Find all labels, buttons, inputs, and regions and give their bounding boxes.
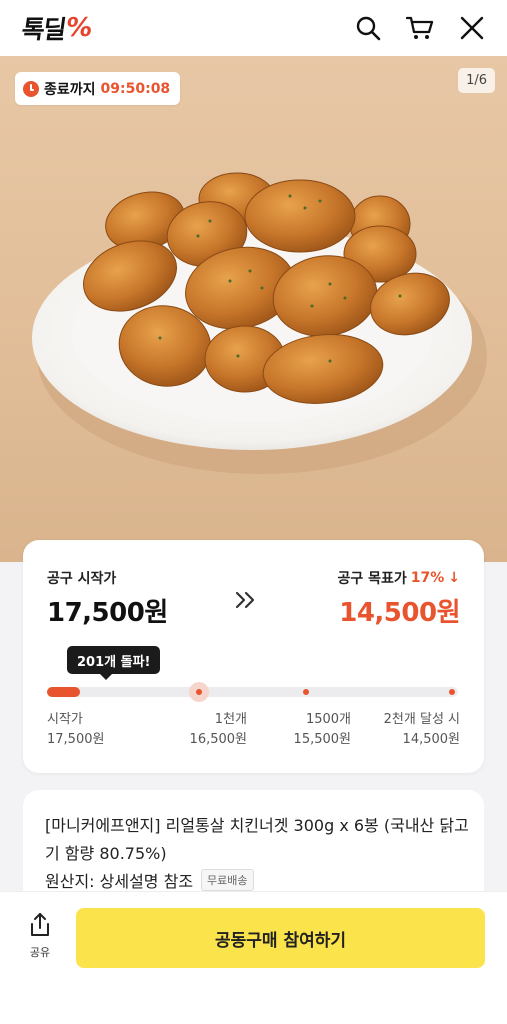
clock-icon xyxy=(23,80,39,97)
tier-2000: 2천개 달성 시 14,500원 xyxy=(384,710,460,750)
double-chevron-right-icon xyxy=(235,591,255,609)
target-price-header: 공구 목표가 17% ↓ xyxy=(337,568,460,588)
product-image[interactable]: 종료까지 09:50:08 1/6 xyxy=(0,56,507,562)
timer-value: 09:50:08 xyxy=(100,80,171,97)
origin-row: 원산지: 상세설명 참조 무료배송 xyxy=(45,868,254,892)
cart-icon[interactable] xyxy=(403,11,437,45)
timer-label: 종료까지 xyxy=(44,81,96,98)
tier-1500: 1500개 15,500원 xyxy=(271,710,351,750)
tier-label: 1500개 xyxy=(305,712,351,727)
deal-timer: 종료까지 09:50:08 xyxy=(15,72,181,105)
image-counter: 1/6 xyxy=(458,68,495,93)
logo-text: 톡딜 xyxy=(19,15,67,44)
milestone-1500 xyxy=(303,689,309,695)
logo-mark: % xyxy=(63,13,95,43)
origin-text: 원산지: 상세설명 참조 xyxy=(45,872,194,891)
tier-1000: 1천개 16,500원 xyxy=(167,710,247,750)
down-arrow-icon: ↓ xyxy=(448,570,460,586)
top-header: 톡딜 % xyxy=(0,0,507,56)
tier-label: 2천개 달성 시 xyxy=(383,712,460,727)
tier-label: 시작가 xyxy=(47,712,83,727)
close-icon[interactable] xyxy=(455,11,489,45)
free-shipping-badge: 무료배송 xyxy=(201,869,254,891)
milestone-1000 xyxy=(189,682,209,702)
tier-price: 14,500원 xyxy=(402,732,460,747)
nuggets-plate-illustration xyxy=(32,172,487,474)
bottom-action-bar: 공유 공동구매 참여하기 xyxy=(0,891,507,1024)
start-price: 17,500원 xyxy=(47,598,168,628)
join-group-buy-button[interactable]: 공동구매 참여하기 xyxy=(76,908,485,968)
discount-percent: 17% xyxy=(410,570,445,586)
share-button[interactable]: 공유 xyxy=(22,912,58,960)
progress-tooltip: 201개 돌파! xyxy=(67,646,161,680)
milestone-2000 xyxy=(449,689,455,695)
target-price-label: 공구 목표가 xyxy=(337,571,407,587)
tier-price: 17,500원 xyxy=(47,732,105,747)
header-actions xyxy=(351,11,489,45)
tier-price: 15,500원 xyxy=(293,732,351,747)
tier-label: 1천개 xyxy=(214,712,247,727)
tier-price: 16,500원 xyxy=(189,732,247,747)
group-price-card: 공구 시작가 17,500원 공구 목표가 17% ↓ 14,500원 201개… xyxy=(23,540,484,773)
search-icon[interactable] xyxy=(351,11,385,45)
start-price-label: 공구 시작가 xyxy=(47,571,117,587)
product-page: 톡딜 % 종료까지 09:50:08 1/6 공구 시작가 17,500원 공구… xyxy=(0,0,507,1024)
target-price: 14,500원 xyxy=(339,598,460,628)
product-title: [마니커에프앤지] 리얼통살 치킨너겟 300g x 6봉 (국내산 닭고기 함… xyxy=(45,816,469,863)
tier-start: 시작가 17,500원 xyxy=(47,710,104,750)
share-label: 공유 xyxy=(29,946,51,959)
share-icon xyxy=(31,913,49,936)
progress-track xyxy=(47,687,458,697)
logo[interactable]: 톡딜 % xyxy=(19,10,95,46)
progress-fill xyxy=(47,687,80,697)
